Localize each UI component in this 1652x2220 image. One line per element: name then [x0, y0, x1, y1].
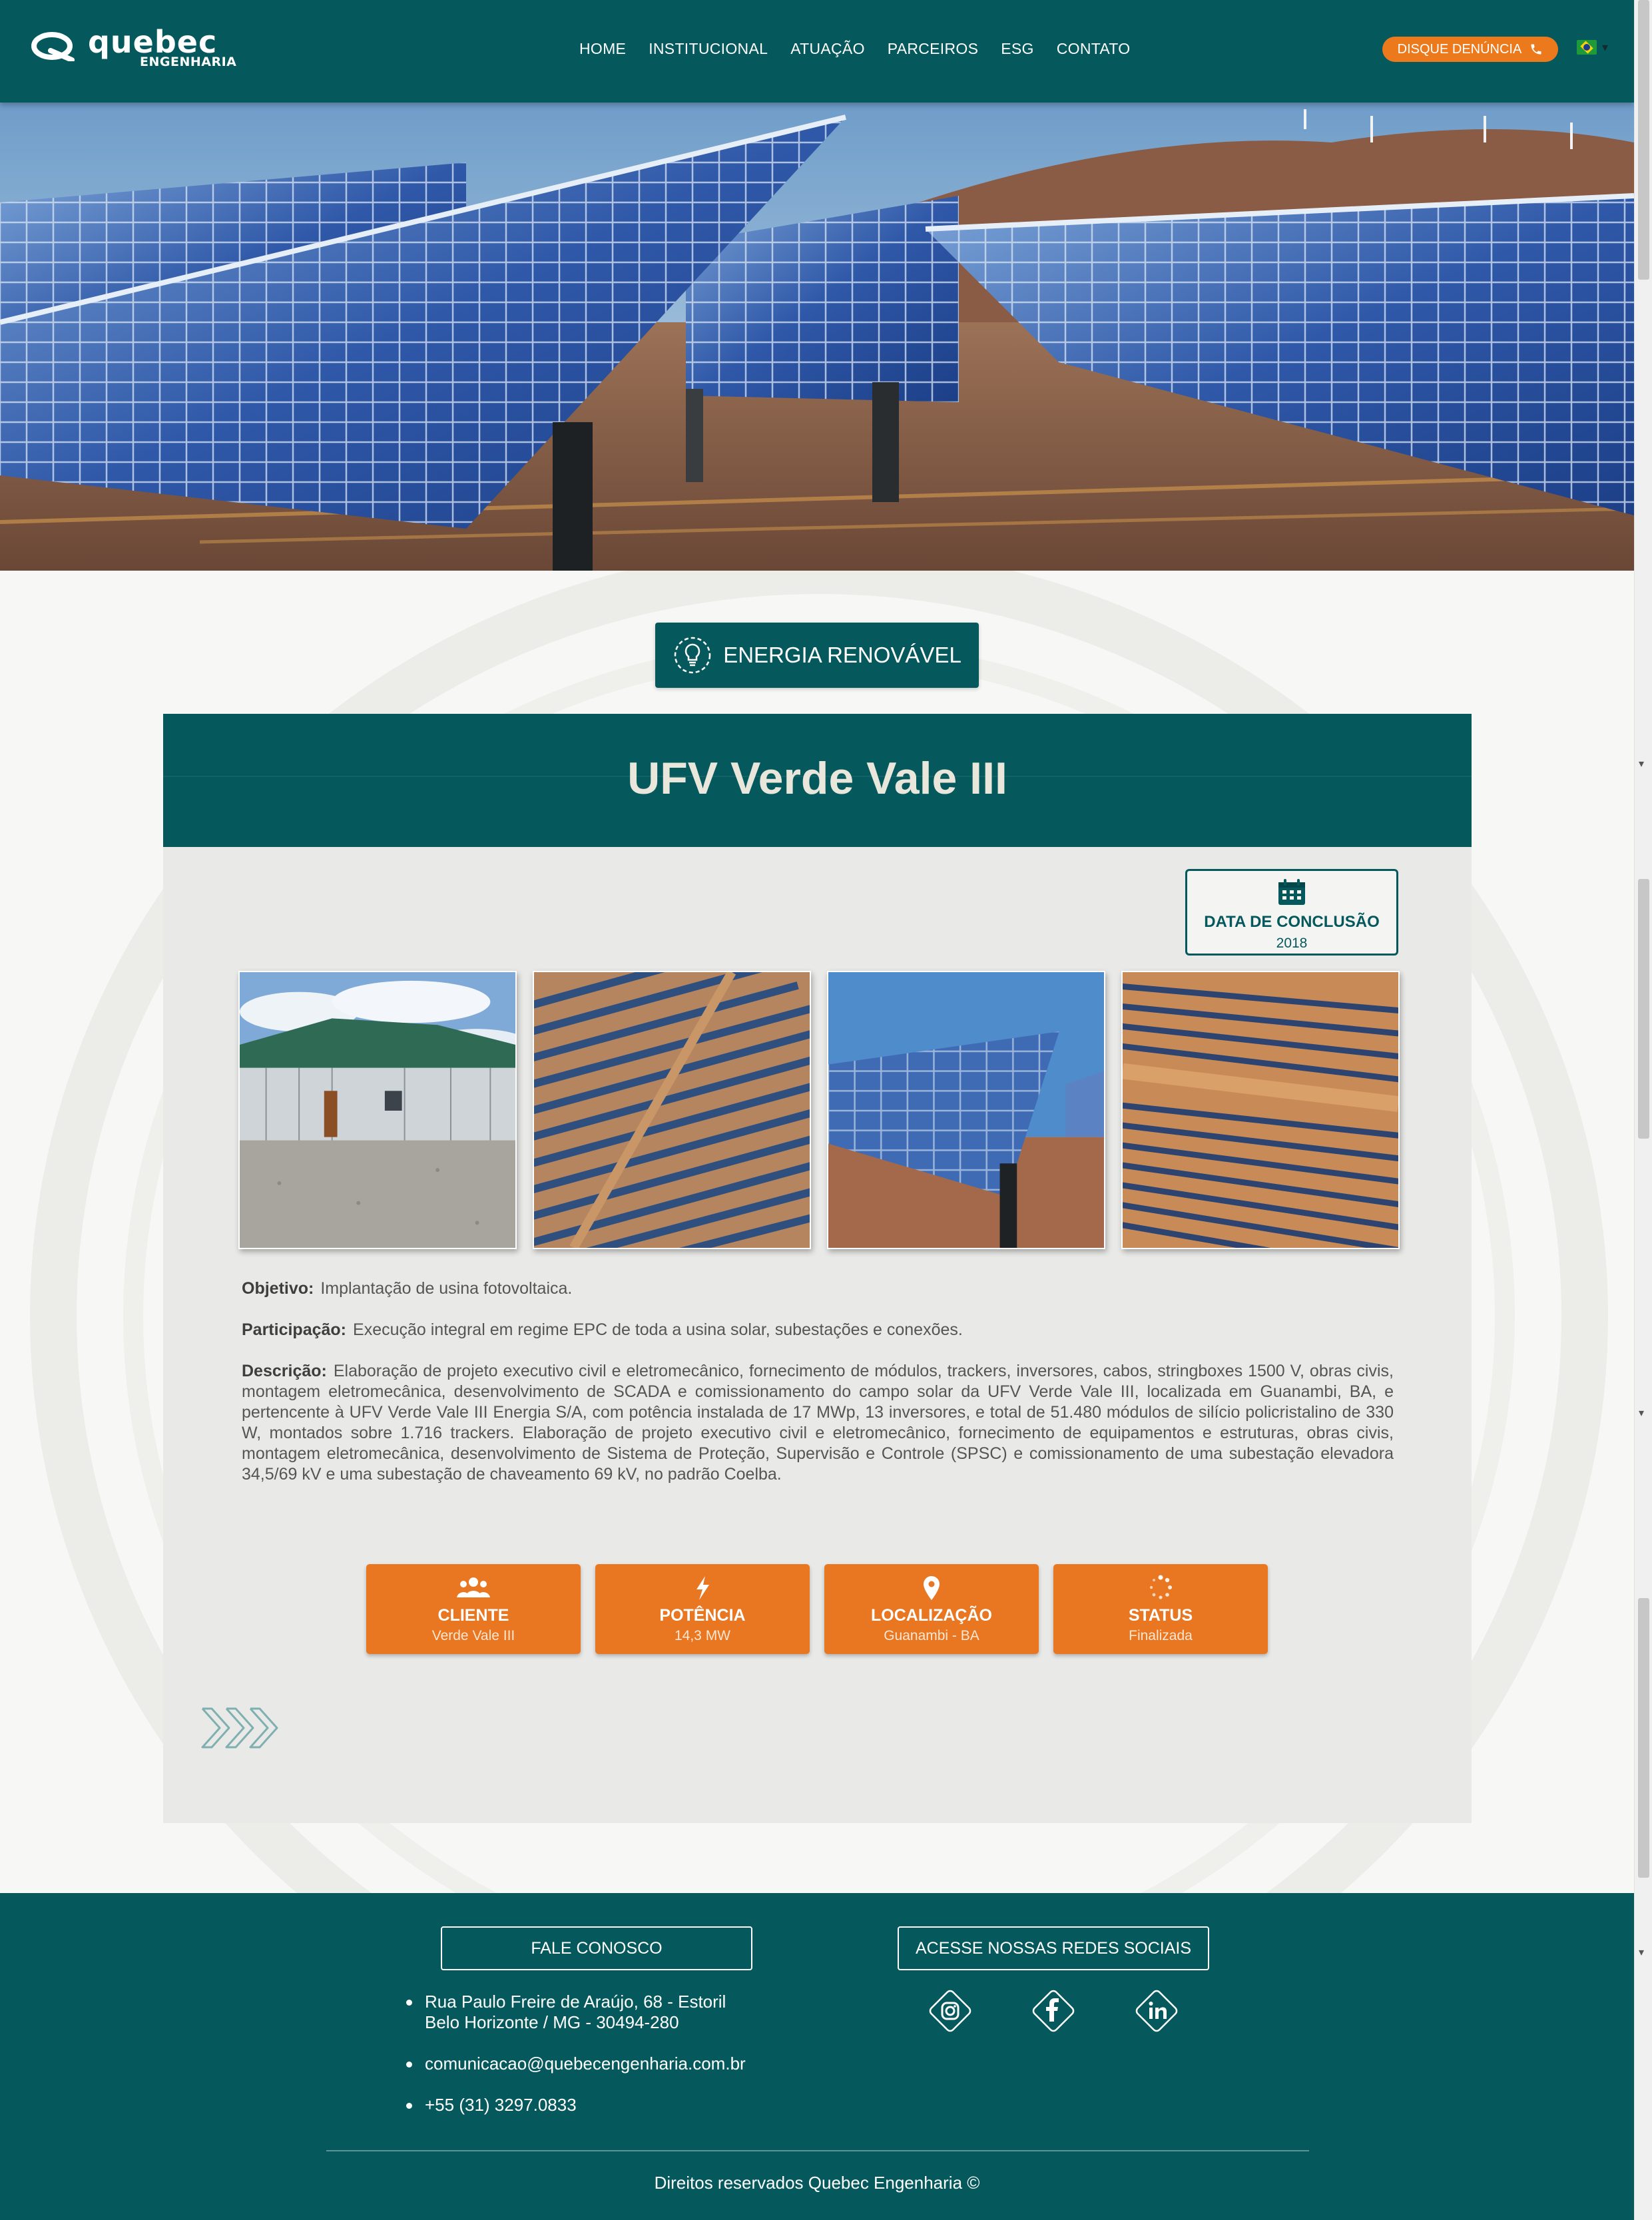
info-title-potencia: POTÊNCIA	[659, 1606, 746, 1625]
objetivo-paragraph: Objetivo: Implantação de usina fotovoltai…	[242, 1278, 1394, 1299]
nav-home[interactable]: HOME	[579, 40, 626, 58]
brazil-flag-icon	[1577, 40, 1597, 55]
facebook-icon[interactable]	[1029, 1986, 1078, 2036]
lightbulb-icon	[674, 637, 711, 674]
info-card-cliente: CLIENTE Verde Vale III	[366, 1564, 581, 1654]
nav-parceiros[interactable]: PARCEIROS	[888, 40, 978, 58]
email-item[interactable]: comunicacao@quebecengenharia.com.br	[405, 2054, 746, 2074]
scrollbar-thumb[interactable]	[1638, 1598, 1649, 1878]
phone-icon	[1531, 44, 1541, 55]
instagram-icon[interactable]	[926, 1986, 975, 2036]
completion-date-label: DATA DE CONCLUSÃO	[1204, 913, 1380, 931]
chevrons-back-icon[interactable]	[200, 1705, 293, 1751]
map-pin-icon	[924, 1576, 940, 1600]
project-title: UFV Verde Vale III	[627, 753, 1007, 804]
project-description: Objetivo: Implantação de usina fotovoltai…	[242, 1278, 1394, 1506]
scroll-down-arrow-icon[interactable]: ▾	[1639, 1948, 1644, 1958]
disque-denuncia-button[interactable]: DISQUE DENÚNCIA	[1382, 37, 1558, 62]
participacao-label: Participação:	[242, 1320, 347, 1339]
copyright-text: Direitos reservados Quebec Engenharia ©	[654, 2173, 980, 2193]
gallery-photo-aerial-rows[interactable]	[533, 971, 811, 1249]
scroll-down-arrow-icon[interactable]: ▾	[1639, 1408, 1644, 1419]
project-header: UFV Verde Vale III	[163, 714, 1472, 847]
disque-denuncia-label: DISQUE DENÚNCIA	[1397, 41, 1522, 57]
nav-contato[interactable]: CONTATO	[1057, 40, 1131, 58]
email-link[interactable]: comunicacao@quebecengenharia.com.br	[425, 2054, 746, 2074]
chevron-down-icon: ▾	[1602, 40, 1609, 54]
gallery-photo-tracker-closeup[interactable]	[827, 971, 1105, 1249]
main-nav: HOME INSTITUCIONAL ATUAÇÃO PARCEIROS ESG…	[579, 40, 1130, 58]
category-label: ENERGIA RENOVÁVEL	[723, 643, 962, 667]
footer-divider	[326, 2150, 1309, 2151]
info-value-localizacao: Guanambi - BA	[884, 1628, 979, 1643]
scroll-down-arrow-icon[interactable]: ▾	[1639, 759, 1644, 770]
address-line-2: Belo Horizonte / MG - 30494-280	[425, 2012, 679, 2032]
descricao-text: Elaboração de projeto executivo civil e …	[242, 1362, 1394, 1484]
category-badge[interactable]: ENERGIA RENOVÁVEL	[655, 623, 979, 688]
quebec-q-logo-icon	[31, 32, 75, 61]
info-card-localizacao: LOCALIZAÇÃO Guanambi - BA	[824, 1564, 1039, 1654]
completion-date-box: DATA DE CONCLUSÃO 2018	[1185, 869, 1398, 956]
project-info-cards: CLIENTE Verde Vale III POTÊNCIA 14,3 MW …	[366, 1564, 1268, 1654]
page-scrollbar[interactable]: ▾ ▾ ▾	[1634, 0, 1652, 2220]
descricao-paragraph: Descrição: Elaboração de projeto executiv…	[242, 1361, 1394, 1485]
project-card: UFV Verde Vale III DATA DE CONCLUSÃO 201…	[163, 714, 1472, 1823]
nav-institucional[interactable]: INSTITUCIONAL	[649, 40, 768, 58]
scrollbar-thumb[interactable]	[1638, 879, 1649, 1139]
gallery-photo-substation[interactable]	[238, 971, 517, 1249]
linkedin-icon[interactable]	[1132, 1986, 1181, 2036]
address-item: Rua Paulo Freire de Araújo, 68 - Estoril…	[405, 1992, 746, 2033]
phone-item[interactable]: +55 (31) 3297.0833	[405, 2095, 746, 2115]
nav-esg[interactable]: ESG	[1001, 40, 1033, 58]
completion-date-value: 2018	[1276, 936, 1308, 951]
site-header: quebec ENGENHARIA HOME INSTITUCIONAL ATU…	[0, 0, 1634, 103]
fale-conosco-button[interactable]: FALE CONOSCO	[441, 1926, 752, 1970]
language-selector[interactable]: ▾	[1577, 40, 1608, 55]
info-value-status: Finalizada	[1129, 1628, 1193, 1643]
nav-atuacao[interactable]: ATUAÇÃO	[790, 40, 865, 58]
contact-list: Rua Paulo Freire de Araújo, 68 - Estoril…	[405, 1992, 746, 2136]
objetivo-text: Implantação de usina fotovoltaica.	[320, 1279, 573, 1298]
gallery-photo-aerial-field[interactable]	[1121, 971, 1400, 1249]
info-card-potencia: POTÊNCIA 14,3 MW	[595, 1564, 810, 1654]
info-title-cliente: CLIENTE	[437, 1606, 509, 1625]
info-value-cliente: Verde Vale III	[431, 1628, 515, 1643]
redes-sociais-button[interactable]: ACESSE NOSSAS REDES SOCIAIS	[898, 1926, 1209, 1970]
users-icon	[457, 1577, 490, 1597]
spinner-icon	[1149, 1575, 1172, 1599]
info-title-localizacao: LOCALIZAÇÃO	[871, 1606, 992, 1625]
calendar-icon	[1278, 879, 1305, 905]
phone-link[interactable]: +55 (31) 3297.0833	[425, 2095, 577, 2115]
address-line-1: Rua Paulo Freire de Araújo, 68 - Estoril	[425, 1992, 726, 2012]
site-footer: FALE CONOSCO ACESSE NOSSAS REDES SOCIAIS…	[0, 1893, 1634, 2220]
lightning-icon	[696, 1576, 709, 1600]
objetivo-label: Objetivo:	[242, 1279, 314, 1298]
info-value-potencia: 14,3 MW	[674, 1628, 731, 1643]
photo-gallery	[238, 971, 1400, 1249]
info-card-status: STATUS Finalizada	[1053, 1564, 1268, 1654]
scrollbar-thumb[interactable]	[1638, 0, 1649, 280]
participacao-text: Execução integral em regime EPC de toda …	[353, 1320, 963, 1339]
descricao-label: Descrição:	[242, 1362, 327, 1380]
hero-image-solar-panels	[0, 103, 1634, 571]
info-title-status: STATUS	[1128, 1606, 1193, 1625]
participacao-paragraph: Participação: Execução integral em regime…	[242, 1320, 1394, 1340]
quebec-logo[interactable]: quebec ENGENHARIA	[31, 24, 237, 69]
logo-subtitle: ENGENHARIA	[140, 55, 237, 69]
